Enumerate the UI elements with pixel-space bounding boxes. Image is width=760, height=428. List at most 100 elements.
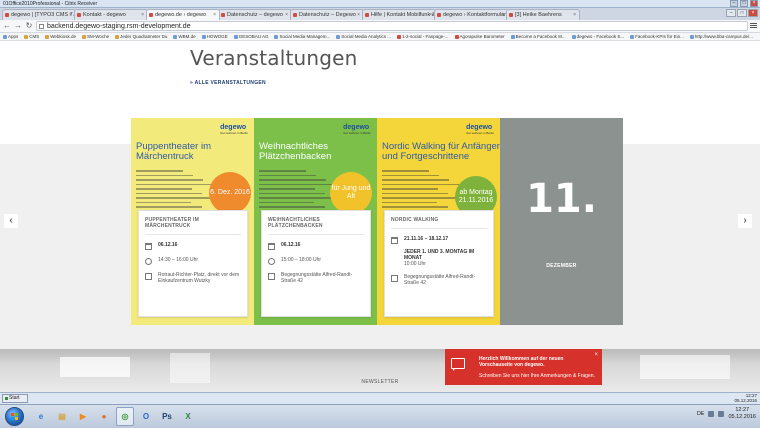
poster-logo-text: degewo [220, 124, 247, 131]
bookmark-item[interactable]: 1-2-social - Fanpage-... [397, 34, 449, 39]
network-icon[interactable] [708, 411, 715, 417]
tab-close-icon[interactable]: × [429, 10, 432, 20]
poster-logo-tagline: Gut wohnen in Berlin [343, 131, 371, 135]
taskbar-ie-icon[interactable]: e [32, 407, 50, 426]
volume-icon[interactable] [718, 411, 725, 417]
bookmark-label: SM-Woche [86, 34, 110, 39]
bookmark-item[interactable]: Facebook-KPIs für Ein... [630, 34, 684, 39]
browser-close-button[interactable]: × [748, 9, 758, 17]
event-slide[interactable]: degewo Gut wohnen in Berlin Weihnachtliche… [254, 118, 377, 325]
bookmark-item[interactable]: degewo - Facebook S... [571, 34, 624, 39]
start-button[interactable]: Start [2, 394, 28, 403]
bookmark-icon [571, 34, 576, 39]
address-row: ← → ↻ backend.degewo-staging.rsm-develop… [0, 20, 760, 33]
windows-start-orb[interactable] [5, 407, 24, 426]
toast-close-button[interactable]: × [594, 352, 598, 358]
forward-button[interactable]: → [14, 21, 22, 31]
slider-next-button[interactable]: › [738, 214, 752, 228]
browser-tab[interactable]: Hilfe | Kontakt Mobilfunk & I…× [362, 9, 436, 20]
event-date: 06.12.16 [281, 242, 301, 248]
tab-close-icon[interactable]: × [573, 10, 576, 20]
event-info-card[interactable]: NORDIC WALKING 21.11.16 – 18.12.17 JEDER 1… [384, 210, 494, 317]
bookmark-icon [3, 34, 7, 39]
tab-close-icon[interactable]: × [285, 10, 288, 20]
taskbar-media-icon[interactable]: ▶ [74, 407, 92, 426]
card-divider [391, 228, 487, 229]
bookmark-item[interactable]: WBM.de [173, 34, 196, 39]
newsletter-heading: NEWSLETTER [361, 379, 399, 385]
bookmark-item[interactable]: http://www.bba-campus.de/... [689, 34, 753, 39]
date-tile-day: 11. [526, 176, 597, 222]
bookmark-label: Apps [8, 34, 19, 39]
poster-body-text [136, 170, 214, 211]
welcome-toast[interactable]: Herzlich Willkommen auf der neuen Vorsch… [445, 349, 602, 385]
browser-menu-icon[interactable] [750, 22, 757, 30]
poster-badge: 6. Dez. 2016 [209, 172, 251, 214]
browser-maximize-button[interactable]: □ [737, 9, 747, 17]
close-button[interactable]: × [750, 0, 758, 7]
bookmark-item[interactable]: Jeder Quadratmeter Du [115, 34, 167, 39]
event-info-card[interactable]: WEIHNACHTLICHES PLÄTZCHENBACKEN 06.12.16 1… [261, 210, 371, 317]
maximize-button[interactable]: □ [740, 0, 748, 7]
bookmark-label: 1-2-social - Fanpage-... [402, 34, 449, 39]
location-icon [391, 275, 398, 282]
taskbar-explorer-icon[interactable]: ▤ [53, 407, 71, 426]
bookmark-item[interactable]: Social Media Analytics ... [336, 34, 391, 39]
tab-close-icon[interactable]: × [501, 10, 504, 20]
poster-body-text [382, 170, 460, 211]
event-slide[interactable]: degewo Gut wohnen in Berlin Puppentheater … [131, 118, 254, 325]
favicon-icon [509, 13, 513, 17]
browser-minimize-button[interactable]: – [726, 9, 736, 17]
event-slide[interactable]: degewo Gut wohnen in Berlin Nordic Walking… [377, 118, 500, 325]
browser-tab[interactable]: Datenschutz – degewo × [218, 9, 292, 20]
date-tile[interactable]: 11. DEZEMBER [500, 118, 623, 325]
event-date: 21.11.16 – 18.12.17 [404, 236, 449, 242]
bookmark-item[interactable]: Webkiosk.de [45, 34, 76, 39]
minimize-button[interactable]: – [730, 0, 738, 7]
poster-body-text [259, 170, 337, 211]
event-info-card[interactable]: PUPPENTHEATER IM MÄRCHENTRUCK 06.12.16 14:… [138, 210, 248, 317]
bookmark-icon [689, 34, 694, 39]
event-time: 15:00 – 18:00 Uhr [281, 257, 322, 263]
taskbar-clock[interactable]: 12:27 05.12.2016 [728, 407, 756, 421]
event-card-title: PUPPENTHEATER IM MÄRCHENTRUCK [145, 217, 199, 229]
bookmark-item[interactable]: SM-Woche [81, 34, 110, 39]
reload-button[interactable]: ↻ [25, 21, 33, 31]
back-button[interactable]: ← [3, 21, 11, 31]
browser-tab[interactable]: degewo | [TYPO3 CMS 7.6.9]× [2, 9, 76, 20]
taskbar-firefox-icon[interactable]: ● [95, 407, 113, 426]
tab-close-icon[interactable]: × [141, 10, 144, 20]
bookmark-item[interactable]: Social Media Managem... [274, 34, 330, 39]
browser-tab[interactable]: degewo.de › degewo × [146, 9, 220, 20]
tab-close-icon[interactable]: × [69, 10, 72, 20]
taskbar-photoshop-icon[interactable]: Ps [158, 407, 176, 426]
bookmark-item[interactable]: Agorapulse Barometer [454, 34, 505, 39]
taskbar-outlook-icon[interactable]: O [137, 407, 155, 426]
browser-tab[interactable]: [3] Heike Baehrens × [506, 9, 580, 20]
url-text: backend.degewo-staging.rsm-development.d… [47, 23, 191, 30]
tab-close-icon[interactable]: × [213, 10, 216, 20]
browser-tab[interactable]: degewo › Kontaktformular × [434, 9, 508, 20]
tab-close-icon[interactable]: × [357, 10, 360, 20]
bookmark-label: Jeder Quadratmeter Du [120, 34, 168, 39]
slider-prev-button[interactable]: ‹ [4, 214, 18, 228]
browser-tab[interactable]: Kontakt - degewo × [74, 9, 148, 20]
bookmark-item[interactable]: CMS [24, 34, 39, 39]
taskbar-chrome-icon[interactable]: ◎ [116, 407, 134, 426]
bookmark-item[interactable]: GESOBAU AG [233, 34, 268, 39]
poster-badge: für Jung und Alt [330, 172, 372, 214]
bookmark-item[interactable]: Become a Facebook M... [510, 34, 566, 39]
bookmark-item[interactable]: Apps [3, 34, 18, 39]
bookmark-label: Social Media Analytics ... [341, 34, 392, 39]
language-indicator[interactable]: DE [697, 411, 705, 417]
event-date: 06.12.16 [158, 242, 178, 248]
taskbar-app-glyph: O [142, 412, 150, 421]
browser-tab[interactable]: Datenschutz – Degewo × [290, 9, 364, 20]
speech-bubble-icon [451, 358, 465, 371]
all-events-link[interactable]: » ALLE VERANSTALTUNGEN [190, 80, 266, 86]
bookmark-icon [274, 34, 279, 39]
bookmark-item[interactable]: HOWOGE [201, 34, 228, 39]
favicon-icon [149, 13, 153, 17]
taskbar-excel-icon[interactable]: X [179, 407, 197, 426]
url-input[interactable]: backend.degewo-staging.rsm-development.d… [36, 21, 748, 31]
